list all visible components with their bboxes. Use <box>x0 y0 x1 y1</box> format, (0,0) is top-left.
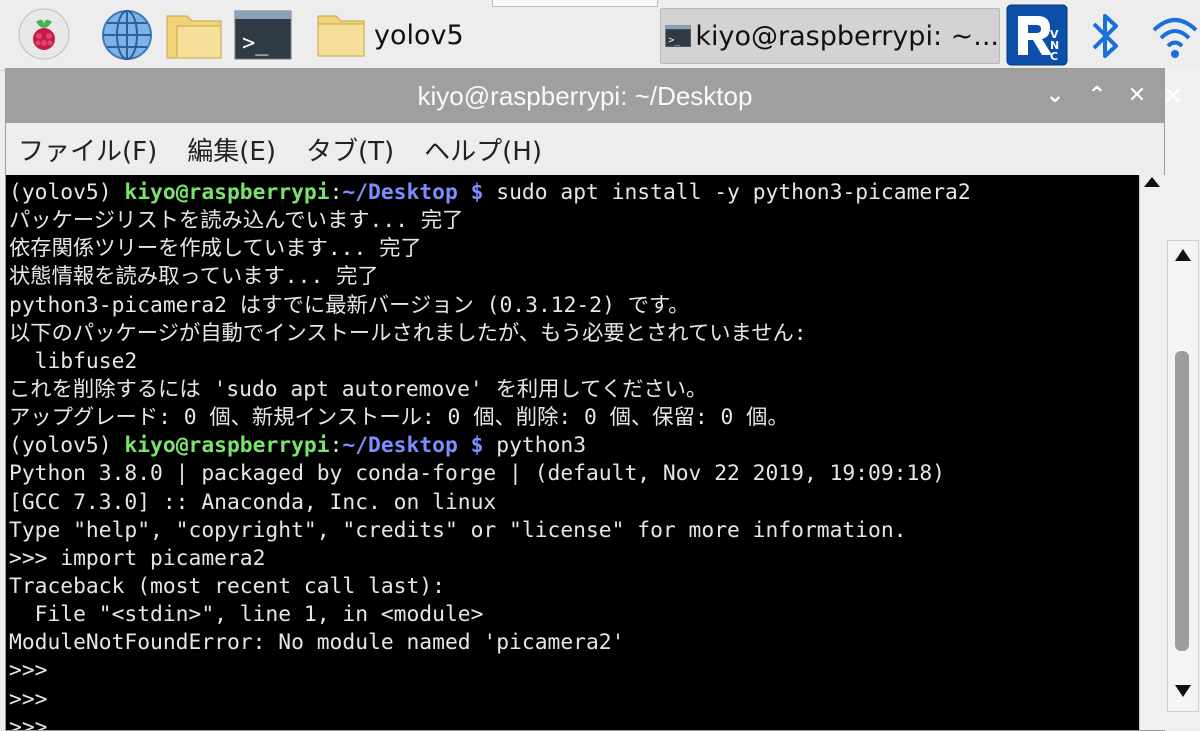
taskbar: >_ yolov5 >_ kiyo@raspberrypi: ~... V N … <box>0 0 1200 71</box>
folder-icon <box>317 15 365 57</box>
output-line: Python 3.8.0 | packaged by conda-forge |… <box>9 461 945 487</box>
scroll-up-arrow-icon[interactable] <box>1144 177 1160 187</box>
menu-bar: ファイル(F) 編集(E) タブ(T) ヘルプ(H) <box>6 123 1164 175</box>
output-line: libfuse2 <box>9 348 138 374</box>
svg-text:>_: >_ <box>242 31 269 56</box>
command-text: sudo apt install -y python3-picamera2 <box>496 180 971 205</box>
output-line: Type "help", "copyright", "credits" or "… <box>9 517 907 543</box>
prompt-line: (yolov5) kiyo@raspberrypi:~/Desktop $ py… <box>9 433 587 459</box>
output-line: 以下のパッケージが自動でインストールされましたが、もう必要とされていません: <box>9 320 807 346</box>
taskbar-window-terminal[interactable]: >_ kiyo@raspberrypi: ~... <box>660 8 1000 64</box>
window-title: kiyo@raspberrypi: ~/Desktop <box>417 81 753 111</box>
background-window-scrollbar[interactable] <box>1167 240 1199 712</box>
menu-help[interactable]: ヘルプ(H) <box>412 131 554 168</box>
output-line: File "<stdin>", line 1, in <module> <box>9 602 484 628</box>
wifi-icon[interactable] <box>1150 12 1200 66</box>
web-browser-icon[interactable] <box>100 8 154 66</box>
scroll-down-arrow-icon[interactable] <box>1175 685 1191 697</box>
output-line: 依存関係ツリーを作成しています... 完了 <box>9 236 422 262</box>
prompt-line: (yolov5) kiyo@raspberrypi:~/Desktop $ su… <box>9 180 971 205</box>
close-icon[interactable]: ✕ <box>1163 82 1183 110</box>
bluetooth-icon[interactable] <box>1090 10 1122 66</box>
scrollbar-thumb[interactable] <box>1175 351 1189 651</box>
command-text: python3 <box>496 433 587 459</box>
title-bar[interactable]: kiyo@raspberrypi: ~/Desktop ⌄ ⌃ ✕ <box>6 69 1164 123</box>
output-line: 状態情報を読み取っています... 完了 <box>9 264 379 290</box>
output-line: >>> <box>9 714 48 730</box>
output-line: [GCC 7.3.0] :: Anaconda, Inc. on linux <box>9 489 497 515</box>
menu-file[interactable]: ファイル(F) <box>6 131 169 168</box>
minimize-button[interactable]: ⌄ <box>1042 83 1068 109</box>
svg-text:C: C <box>1050 50 1058 63</box>
terminal-scrollbar[interactable] <box>1139 175 1165 730</box>
output-line: >>> import picamera2 <box>9 545 266 571</box>
output-line: アップグレード: 0 個、新規インストール: 0 個、削除: 0 個、保留: 0… <box>9 405 789 431</box>
output-line: これを削除するには 'sudo apt autoremove' を利用してくださ… <box>9 376 708 402</box>
output-line: Traceback (most recent call last): <box>9 573 445 599</box>
svg-text:>_: >_ <box>668 35 680 46</box>
scroll-up-arrow-icon[interactable] <box>1175 249 1191 261</box>
output-line: ModuleNotFoundError: No module named 'pi… <box>9 630 625 656</box>
terminal-window: kiyo@raspberrypi: ~/Desktop ⌄ ⌃ ✕ ファイル(F… <box>5 68 1165 731</box>
output-line: python3-picamera2 はすでに最新バージョン (0.3.12-2)… <box>9 292 690 318</box>
menu-tabs[interactable]: タブ(T) <box>294 131 406 168</box>
raspberry-menu-icon[interactable] <box>18 8 70 64</box>
terminal-output[interactable]: (yolov5) kiyo@raspberrypi:~/Desktop $ su… <box>6 175 1139 730</box>
vnc-icon[interactable]: V N C <box>1006 4 1068 70</box>
maximize-button[interactable]: ⌃ <box>1084 83 1110 109</box>
taskbar-window-label: yolov5 <box>374 19 464 51</box>
close-button[interactable]: ✕ <box>1124 83 1150 109</box>
terminal-icon: >_ <box>665 25 692 47</box>
taskbar-window-yolov5[interactable]: yolov5 <box>316 8 646 62</box>
terminal-launcher-icon[interactable]: >_ <box>234 10 292 64</box>
menu-edit[interactable]: 編集(E) <box>175 131 288 168</box>
output-line: >>> <box>9 686 48 712</box>
output-line: >>> <box>9 658 48 684</box>
taskbar-window-label: kiyo@raspberrypi: ~... <box>695 20 999 52</box>
taskbar-top-strip <box>492 0 658 7</box>
output-line: パッケージリストを読み込んでいます... 完了 <box>9 208 464 234</box>
file-manager-icon[interactable] <box>165 12 223 64</box>
